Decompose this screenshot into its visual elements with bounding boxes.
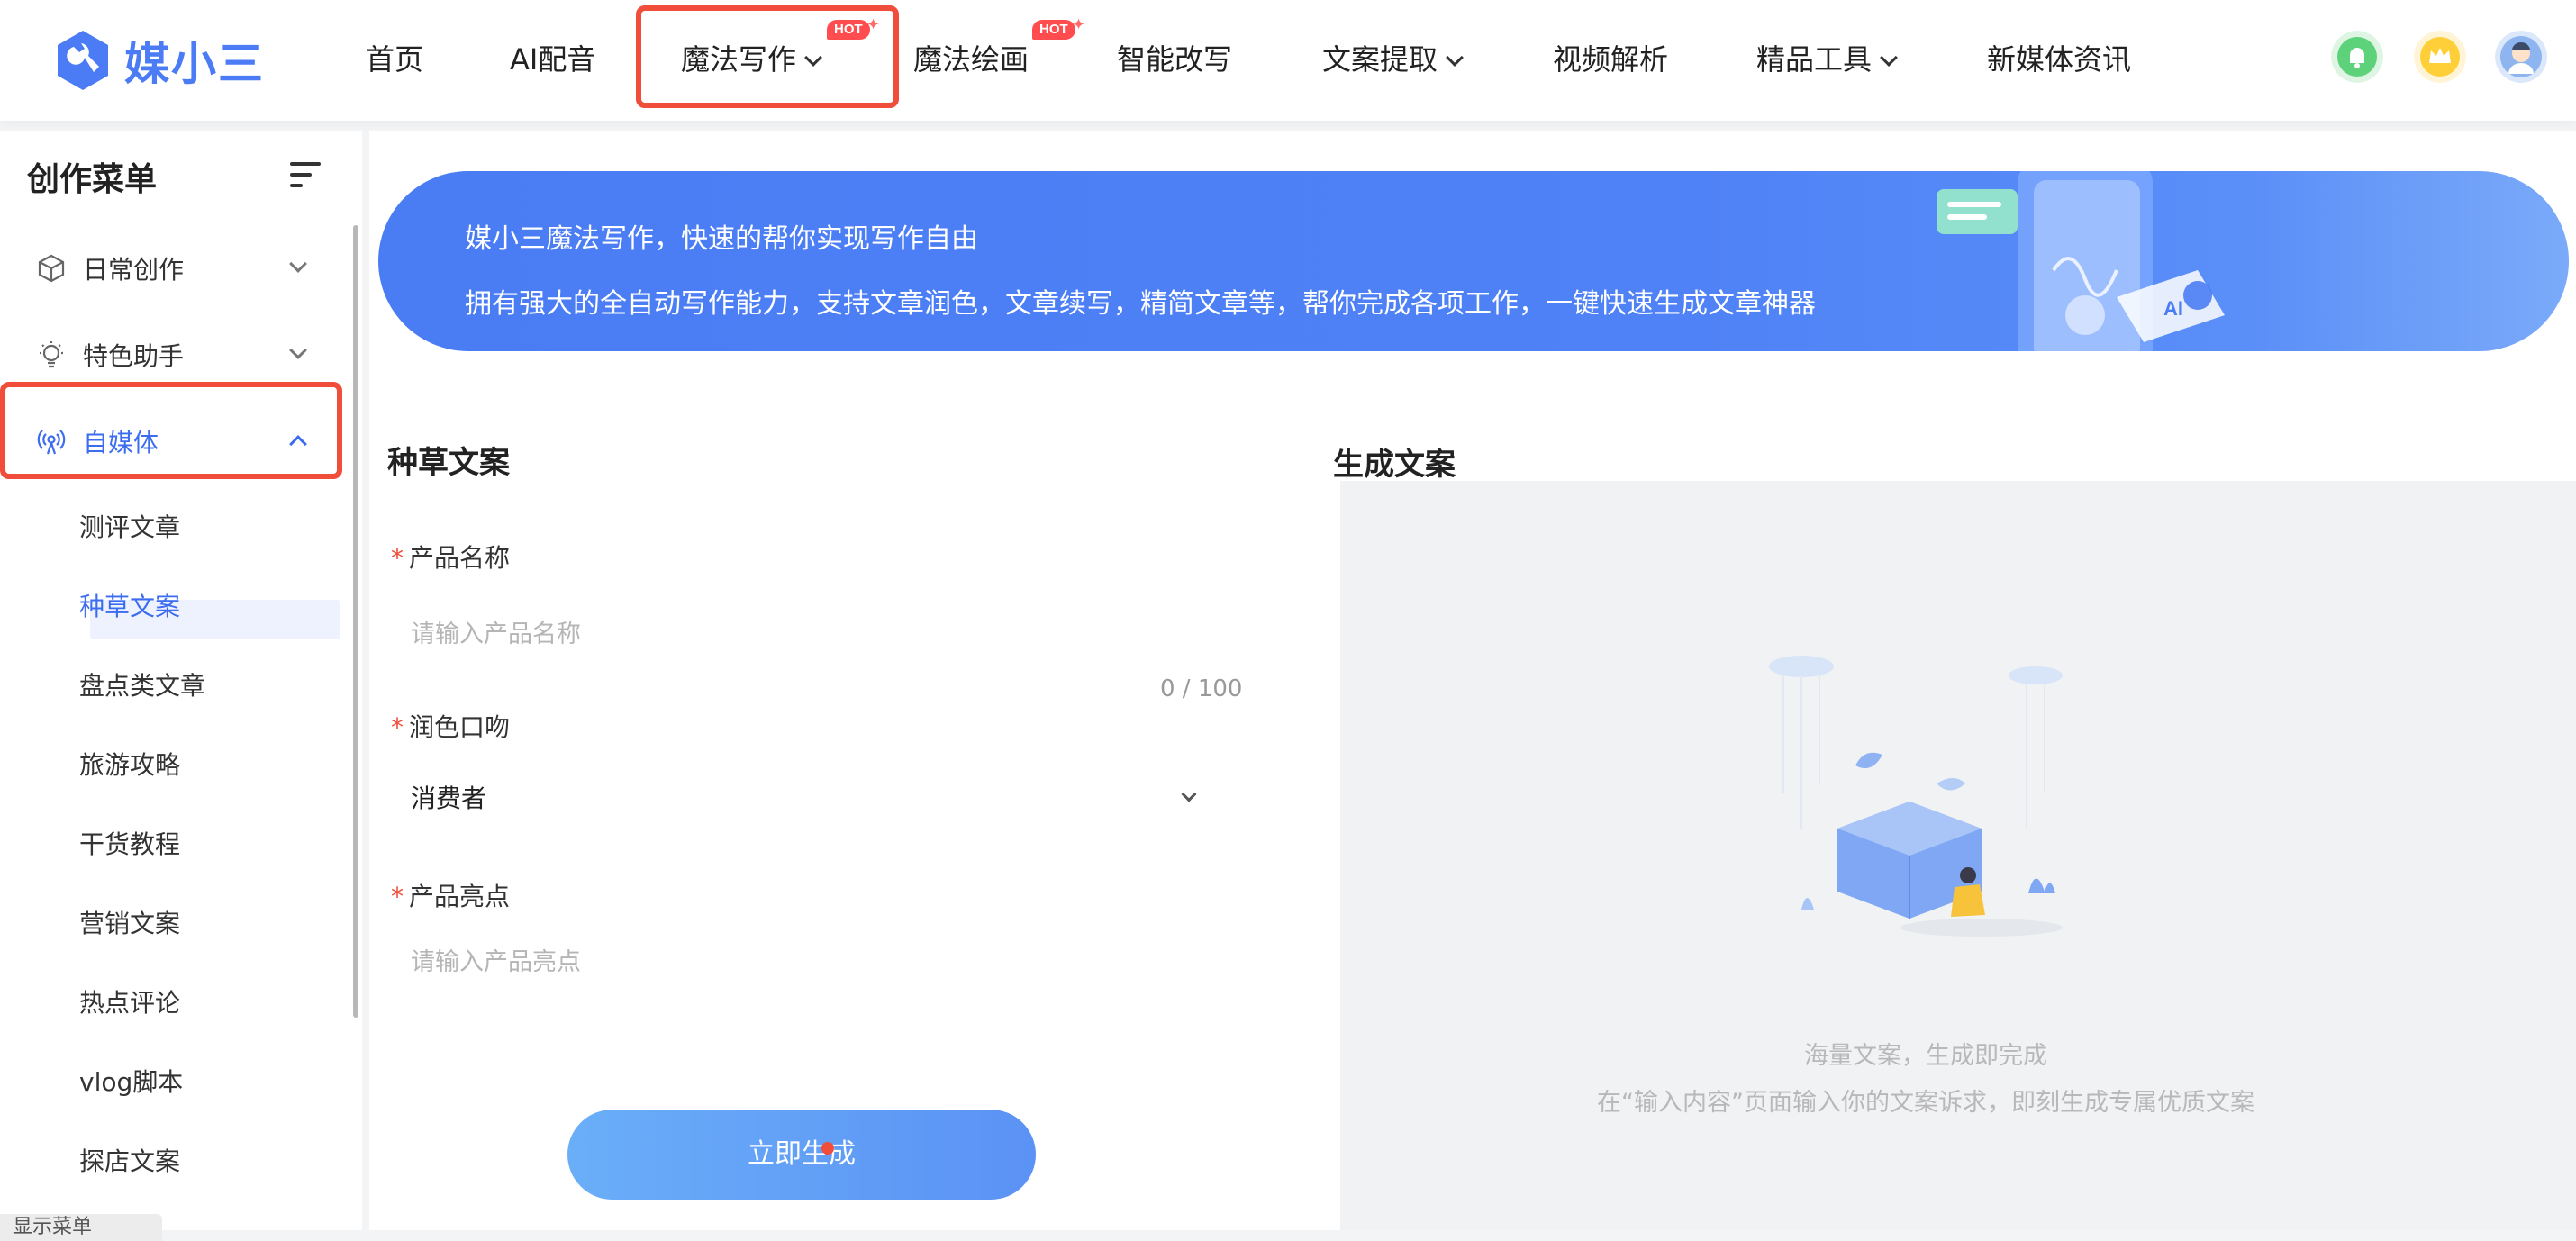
chevron-down-icon [1446,49,1464,67]
bulb-icon [40,341,63,368]
sidebar-item-hot-comment[interactable]: 热点评论 [79,976,340,1030]
user-avatar[interactable] [2495,31,2547,83]
nav-copy-extract[interactable]: 文案提取 [1322,34,1464,85]
nav-video-parse-label: 视频解析 [1553,42,1669,77]
nav-ai-dubbing-label: AI配音 [510,42,596,77]
empty-state-title: 海量文案，生成即完成 [1804,1042,2047,1070]
bell-icon[interactable] [2331,31,2383,83]
empty-box-illustration-icon [1769,656,2063,937]
sidebar-scrollbar[interactable] [353,225,358,1018]
sidebar-item-roundup-article[interactable]: 盘点类文章 [79,659,340,713]
tone-select[interactable]: 消费者 [391,771,1220,827]
nav-premium-tools-label: 精品工具 [1756,42,1873,77]
banner-headline: 媒小三魔法写作，快速的帮你实现写作自由 [465,223,978,255]
chevron-down-icon [1880,49,1898,67]
chevron-down-icon [289,341,307,359]
nav-copy-extract-label: 文案提取 [1322,42,1438,77]
tone-label-text: 润色口吻 [409,712,511,742]
sparkle-icon: ✦ [1072,15,1086,34]
feature-banner: 媒小三魔法写作，快速的帮你实现写作自由 拥有强大的全自动写作能力，支持文章润色，… [378,171,2569,351]
logo-icon [58,31,108,90]
highlight-label: * 产品亮点 [391,877,510,913]
nav-ai-dubbing[interactable]: AI配音 [510,34,595,85]
sidebar-group-label: 特色助手 [83,341,185,371]
nav-home[interactable]: 首页 [366,34,423,85]
sidebar-item-review-article[interactable]: 测评文章 [79,501,340,555]
sidebar-item-seeding-copy[interactable]: 种草文案 [79,580,340,634]
sidebar-item-store-visit[interactable]: 探店文案 [79,1135,340,1189]
sidebar-item-marketing-copy[interactable]: 营销文案 [79,897,340,951]
output-title: 生成文案 [1333,447,1456,483]
product-name-label: * 产品名称 [391,539,510,575]
logo[interactable]: 媒小三 [54,27,265,94]
nav-magic-painting[interactable]: 魔法绘画 [913,34,1029,85]
required-marker: * [391,712,404,742]
banner-description: 拥有强大的全自动写作能力，支持文章润色，文章续写，精简文章等，帮你完成各项工作，… [465,288,1816,320]
nav-home-label: 首页 [366,42,424,77]
product-name-input[interactable]: 请输入产品名称 [391,614,1247,659]
nav-magic-painting-label: 魔法绘画 [913,42,1029,77]
ai-illustration-icon: AI [1937,171,2225,351]
highlight-label-text: 产品亮点 [409,882,511,911]
sidebar-item-tutorial[interactable]: 干货教程 [79,818,340,872]
sidebar-item-vlog-script[interactable]: vlog脚本 [79,1055,340,1110]
sidebar-title: 创作菜单 [27,161,158,198]
nav-smart-rewrite-label: 智能改写 [1117,42,1233,77]
hot-badge: HOT [1032,20,1075,40]
chevron-down-icon [289,255,307,273]
sidebar-item-travel-guide[interactable]: 旅游攻略 [79,738,340,793]
tone-select-value: 消费者 [411,784,487,813]
svg-text:AI: AI [2163,297,2183,320]
cursor-marker [821,1142,834,1155]
top-header: 媒小三 首页 AI配音 魔法写作 HOT ✦ 魔法绘画 HOT ✦ 智能改写 文… [0,0,2576,121]
sidebar-group-features[interactable]: 特色助手 [0,319,340,391]
nav-media-news-label: 新媒体资讯 [1987,42,2132,77]
show-menu-tip[interactable]: 显示菜单 [0,1214,162,1241]
product-name-label-text: 产品名称 [409,543,511,573]
annotation-highlight [0,382,342,479]
nav-media-news[interactable]: 新媒体资讯 [1987,34,2131,85]
product-highlight-textarea[interactable]: 请输入产品亮点 [391,942,1247,1050]
required-marker: * [391,882,404,911]
generate-button[interactable]: 立即生成 [567,1110,1036,1200]
cube-icon [38,254,65,283]
char-counter: 0 / 100 [1160,675,1243,702]
nav-video-parse[interactable]: 视频解析 [1553,34,1668,85]
nav-smart-rewrite[interactable]: 智能改写 [1117,34,1232,85]
chevron-down-icon [1181,786,1197,802]
nav-premium-tools[interactable]: 精品工具 [1756,34,1898,85]
collapse-menu-icon[interactable] [290,162,321,189]
empty-state-hint: 在“输入内容”页面输入你的文案诉求，即刻生成专属优质文案 [1597,1089,2254,1117]
crown-icon[interactable] [2414,31,2466,83]
required-marker: * [391,543,404,573]
annotation-highlight [636,5,899,108]
divider [362,131,369,1230]
form-title: 种草文案 [387,445,510,481]
tone-label: * 润色口吻 [391,708,510,744]
logo-text: 媒小三 [124,38,265,90]
sidebar-group-daily[interactable]: 日常创作 [0,232,340,304]
sidebar-group-label: 日常创作 [83,255,185,285]
